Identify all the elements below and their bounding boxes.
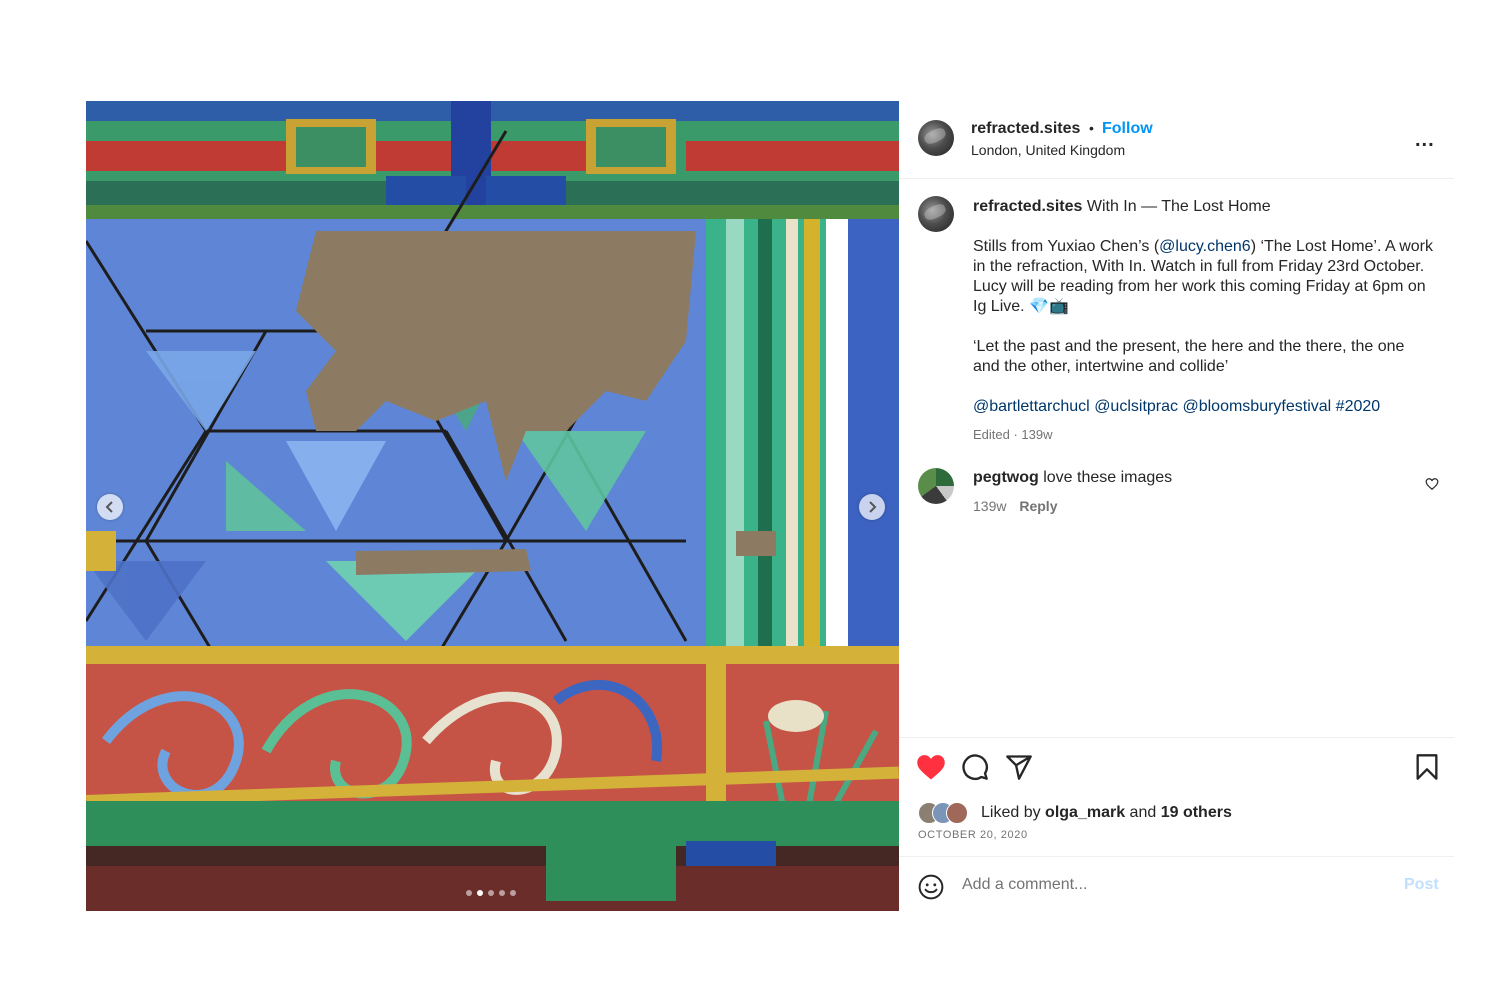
bookmark-icon[interactable] [1414,753,1440,781]
heart-filled-icon[interactable] [916,753,946,781]
caption-avatar[interactable] [918,196,954,232]
avatar [946,802,968,824]
mention-link[interactable]: @bartlettarchucl [973,398,1090,415]
comment-body: love these images [1043,469,1173,486]
action-bar: Liked by olga_mark and 19 others OCTOBER… [899,737,1454,912]
caption-username[interactable]: refracted.sites [973,198,1082,215]
comment-meta: 139w Reply [973,498,1057,514]
post-side-panel: refracted.sites • Follow London, United … [899,101,1454,911]
caption-title: With In — The Lost Home [1086,198,1271,215]
post-media[interactable] [86,101,899,911]
header-username[interactable]: refracted.sites [971,120,1080,138]
reply-button[interactable]: Reply [1019,498,1057,514]
chevron-left-icon [105,501,113,513]
mention-link[interactable]: @bloomsburyfestival [1182,398,1331,415]
smiley-icon[interactable] [918,874,944,900]
comment-age: 139w [973,498,1007,514]
caption-text: refracted.sites With In — The Lost Home … [973,197,1433,445]
comment-input[interactable] [962,874,1382,896]
slide-dot [499,890,505,896]
more-options-icon[interactable]: ... [1415,130,1435,150]
previous-slide-button[interactable] [97,494,123,520]
send-icon[interactable] [1005,753,1033,781]
liked-user-link[interactable]: olga_mark [1045,804,1125,821]
avatar[interactable] [918,120,954,156]
post-header: refracted.sites • Follow London, United … [899,101,1454,179]
liked-and: and [1129,804,1157,821]
slide-dot [510,890,516,896]
liked-by-avatars[interactable] [918,802,976,824]
liked-by-text: Liked by olga_mark and 19 others [981,804,1232,822]
heart-outline-icon[interactable] [1425,477,1439,491]
slide-dot [466,890,472,896]
liked-prefix: Liked by [981,804,1041,821]
post-comment-button[interactable]: Post [1404,876,1439,894]
slide-dot [488,890,494,896]
mention-link[interactable]: @uclsitprac [1094,398,1178,415]
comment-composer: Post [899,856,1454,913]
liked-others-link[interactable]: 19 others [1161,804,1232,821]
hashtag-link[interactable]: #2020 [1336,398,1381,415]
comment-username[interactable]: pegtwog [973,469,1039,486]
caption-body-start: Stills from Yuxiao Chen’s ( [973,238,1160,255]
caption-quote: ‘Let the past and the present, the here … [973,338,1405,375]
comment-avatar[interactable] [918,468,954,504]
header-separator: • [1089,120,1094,136]
comment-text: pegtwog love these images [973,469,1172,487]
follow-button[interactable]: Follow [1102,120,1153,138]
ornate-painted-beam-photo [86,101,899,911]
slide-dot-active [477,890,483,896]
chevron-right-icon [869,501,877,513]
comment-bubble-icon[interactable] [961,753,989,781]
slide-indicator [466,890,516,896]
next-slide-button[interactable] [859,494,885,520]
mention-link[interactable]: @lucy.chen6 [1159,238,1251,255]
header-location[interactable]: London, United Kingdom [971,142,1125,158]
caption-meta: Edited · 139w [973,427,1053,442]
instagram-post: refracted.sites • Follow London, United … [86,101,1454,911]
post-date: OCTOBER 20, 2020 [918,829,1028,841]
